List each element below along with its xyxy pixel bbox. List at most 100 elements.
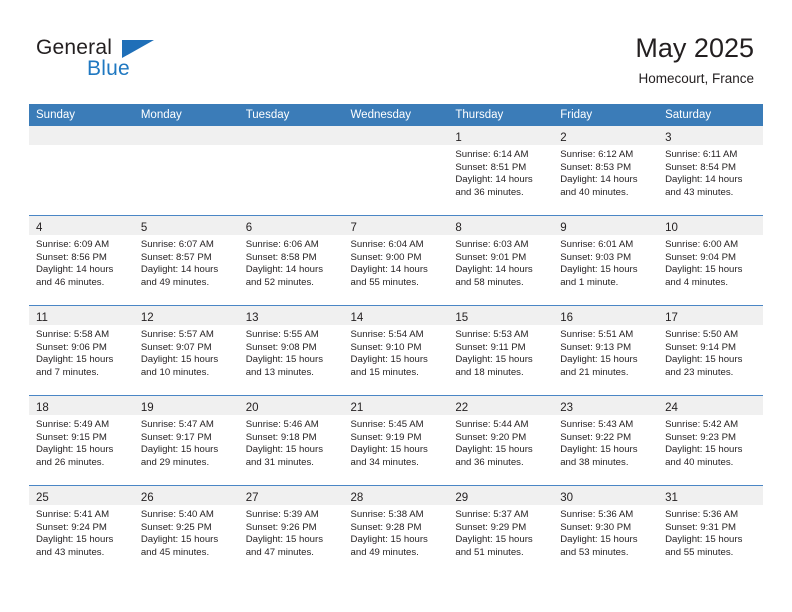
calendar-day-cell[interactable]: 29 Sunrise: 5:37 AM Sunset: 9:29 PM Dayligh… (448, 485, 554, 575)
day-number-band: 21 (343, 396, 449, 415)
calendar-day-cell[interactable]: 20 Sunrise: 5:46 AM Sunset: 9:18 PM Dayligh… (238, 395, 344, 486)
calendar-day-cell[interactable]: 19 Sunrise: 5:47 AM Sunset: 9:17 PM Dayligh… (133, 395, 239, 486)
calendar-day-cell[interactable]: 22 Sunrise: 5:44 AM Sunset: 9:20 PM Dayligh… (448, 395, 554, 486)
calendar-day-cell[interactable]: 21 Sunrise: 5:45 AM Sunset: 9:19 PM Dayligh… (343, 395, 449, 486)
daylight-text-line2: and 46 minutes. (36, 276, 105, 288)
calendar-day-cell[interactable]: 5 Sunrise: 6:07 AM Sunset: 8:57 PM Daylight… (133, 215, 239, 306)
calendar-day-cell[interactable]: 14 Sunrise: 5:54 AM Sunset: 9:10 PM Dayligh… (343, 305, 449, 396)
day-number: 18 (36, 402, 49, 414)
sunrise-text: Sunrise: 5:38 AM (350, 509, 424, 520)
sunrise-text: Sunrise: 5:37 AM (455, 509, 529, 520)
daylight-text-line2: and 10 minutes. (140, 366, 210, 378)
day-number-band: 28 (343, 486, 449, 505)
calendar-day-cell[interactable]: 26 Sunrise: 5:40 AM Sunset: 9:25 PM Dayligh… (133, 485, 239, 575)
calendar-day-cell[interactable]: 9 Sunrise: 6:01 AM Sunset: 9:03 PM Daylight… (553, 215, 659, 306)
daylight-text-line2: and 31 minutes. (245, 456, 314, 468)
weekday-header-thursday: Thursday (448, 104, 554, 126)
day-details: Sunrise: 5:45 AM Sunset: 9:19 PM Daylight:… (344, 415, 449, 469)
daylight-text-line1: Daylight: 14 hours (350, 264, 428, 276)
day-number-band: 20 (238, 396, 344, 415)
calendar-day-cell[interactable]: 31 Sunrise: 5:36 AM Sunset: 9:31 PM Dayligh… (658, 485, 763, 575)
sunset-text: Sunset: 9:19 PM (350, 431, 422, 443)
calendar-day-cell[interactable]: 18 Sunrise: 5:49 AM Sunset: 9:15 PM Dayligh… (29, 395, 134, 486)
daylight-text-line1: Daylight: 15 hours (36, 354, 114, 366)
day-number: 23 (560, 402, 574, 414)
title-block: May 2025 Homecourt, France (635, 32, 754, 87)
day-number-band: 3 (658, 126, 763, 145)
calendar-day-cell[interactable]: 6 Sunrise: 6:06 AM Sunset: 8:58 PM Daylight… (238, 215, 344, 306)
calendar-day-cell[interactable]: 4 Sunrise: 6:09 AM Sunset: 8:56 PM Daylight… (29, 215, 134, 306)
sunset-text: Sunset: 9:28 PM (350, 521, 422, 533)
sunset-text: Sunset: 9:29 PM (455, 521, 527, 533)
sunrise-text: Sunrise: 5:40 AM (140, 509, 214, 520)
daylight-text-line2: and 18 minutes. (455, 366, 524, 378)
sunrise-text: Sunrise: 6:04 AM (350, 239, 424, 250)
weekday-header-wednesday: Wednesday (343, 104, 449, 126)
calendar-day-cell[interactable]: 3 Sunrise: 6:11 AM Sunset: 8:54 PM Daylight… (658, 126, 763, 216)
calendar-day-cell[interactable]: 7 Sunrise: 6:04 AM Sunset: 9:00 PM Daylight… (343, 215, 449, 306)
calendar-day-cell[interactable]: 2 Sunrise: 6:12 AM Sunset: 8:53 PM Daylight… (553, 126, 659, 216)
sunset-text: Sunset: 9:07 PM (140, 341, 212, 353)
location-label: Homecourt, France (638, 71, 754, 86)
daylight-text-line1: Daylight: 15 hours (245, 534, 324, 546)
calendar-day-cell[interactable]: 30 Sunrise: 5:36 AM Sunset: 9:30 PM Dayligh… (553, 485, 659, 575)
day-details: Sunrise: 6:09 AM Sunset: 8:56 PM Daylight:… (29, 235, 134, 289)
daylight-text-line1: Daylight: 15 hours (245, 354, 324, 366)
daylight-text-line1: Daylight: 14 hours (36, 264, 114, 276)
day-number-band (29, 126, 134, 145)
day-details: Sunrise: 6:01 AM Sunset: 9:03 PM Daylight:… (553, 235, 658, 289)
daylight-text-line2: and 58 minutes. (455, 276, 524, 288)
daylight-text-line1: Daylight: 15 hours (140, 444, 219, 456)
daylight-text-line1: Daylight: 15 hours (140, 534, 219, 546)
daylight-text-line1: Daylight: 15 hours (560, 264, 638, 276)
day-number: 15 (455, 312, 469, 324)
sunrise-text: Sunrise: 5:41 AM (36, 509, 110, 520)
calendar-day-cell[interactable]: 1 Sunrise: 6:14 AM Sunset: 8:51 PM Daylight… (448, 126, 554, 216)
sunrise-text: Sunrise: 5:51 AM (560, 329, 634, 340)
calendar-day-cell[interactable]: 10 Sunrise: 6:00 AM Sunset: 9:04 PM Dayligh… (658, 215, 763, 306)
day-number: 5 (140, 222, 148, 234)
calendar-body: 1 Sunrise: 6:14 AM Sunset: 8:51 PM Daylight… (29, 126, 763, 575)
calendar-day-cell[interactable]: 15 Sunrise: 5:53 AM Sunset: 9:11 PM Dayligh… (448, 305, 554, 396)
calendar-day-cell[interactable]: 25 Sunrise: 5:41 AM Sunset: 9:24 PM Dayligh… (29, 485, 134, 575)
day-number-band: 23 (553, 396, 659, 415)
calendar-day-cell[interactable]: 24 Sunrise: 5:42 AM Sunset: 9:23 PM Dayligh… (658, 395, 763, 486)
brand-logo[interactable]: General Blue (36, 36, 236, 90)
calendar-day-cell[interactable]: 11 Sunrise: 5:58 AM Sunset: 9:06 PM Dayligh… (29, 305, 134, 396)
daylight-text-line1: Daylight: 15 hours (560, 444, 638, 456)
calendar-day-cell[interactable]: 12 Sunrise: 5:57 AM Sunset: 9:07 PM Dayligh… (133, 305, 239, 396)
daylight-text-line2: and 55 minutes. (350, 276, 419, 288)
calendar-day-cell[interactable]: 17 Sunrise: 5:50 AM Sunset: 9:14 PM Dayligh… (658, 305, 763, 396)
sunset-text: Sunset: 9:03 PM (560, 251, 632, 263)
calendar-day-cell[interactable]: 8 Sunrise: 6:03 AM Sunset: 9:01 PM Daylight… (448, 215, 554, 306)
brand-name-blue: Blue (87, 57, 130, 80)
day-details: Sunrise: 6:07 AM Sunset: 8:57 PM Daylight:… (134, 235, 239, 289)
daylight-text-line2: and 49 minutes. (350, 546, 419, 558)
calendar-day-cell[interactable]: 28 Sunrise: 5:38 AM Sunset: 9:28 PM Dayligh… (343, 485, 449, 575)
daylight-text-line2: and 34 minutes. (350, 456, 419, 468)
day-cell-inner: 31 Sunrise: 5:36 AM Sunset: 9:31 PM Dayligh… (658, 486, 763, 575)
calendar-day-cell[interactable]: 16 Sunrise: 5:51 AM Sunset: 9:13 PM Dayligh… (553, 305, 659, 396)
day-number-band: 19 (133, 396, 239, 415)
day-number-band: 29 (448, 486, 554, 505)
daylight-text-line1: Daylight: 15 hours (140, 354, 219, 366)
day-number: 20 (245, 402, 259, 414)
day-number-band: 9 (553, 216, 659, 235)
day-cell-inner: 20 Sunrise: 5:46 AM Sunset: 9:18 PM Dayligh… (238, 396, 344, 485)
day-details: Sunrise: 5:50 AM Sunset: 9:14 PM Daylight:… (658, 325, 763, 379)
day-details: Sunrise: 5:40 AM Sunset: 9:25 PM Daylight:… (134, 505, 239, 559)
daylight-text-line1: Daylight: 15 hours (455, 534, 533, 546)
calendar-day-cell[interactable]: 27 Sunrise: 5:39 AM Sunset: 9:26 PM Dayligh… (238, 485, 344, 575)
calendar-day-cell[interactable]: 23 Sunrise: 5:43 AM Sunset: 9:22 PM Dayligh… (553, 395, 659, 486)
calendar-day-cell[interactable]: 13 Sunrise: 5:55 AM Sunset: 9:08 PM Dayligh… (238, 305, 344, 396)
day-details: Sunrise: 6:14 AM Sunset: 8:51 PM Daylight:… (448, 145, 553, 199)
day-details (29, 145, 134, 149)
sunrise-text: Sunrise: 5:47 AM (140, 419, 214, 430)
day-details (134, 145, 239, 149)
day-cell-inner: 21 Sunrise: 5:45 AM Sunset: 9:19 PM Dayligh… (343, 396, 449, 485)
calendar-table: Sunday Monday Tuesday Wednesday Thursday… (29, 104, 763, 575)
sunrise-text: Sunrise: 5:57 AM (140, 329, 214, 340)
sunset-text: Sunset: 9:23 PM (665, 431, 736, 443)
day-details: Sunrise: 5:36 AM Sunset: 9:31 PM Daylight:… (658, 505, 763, 559)
day-cell-inner: 28 Sunrise: 5:38 AM Sunset: 9:28 PM Dayligh… (343, 486, 449, 575)
